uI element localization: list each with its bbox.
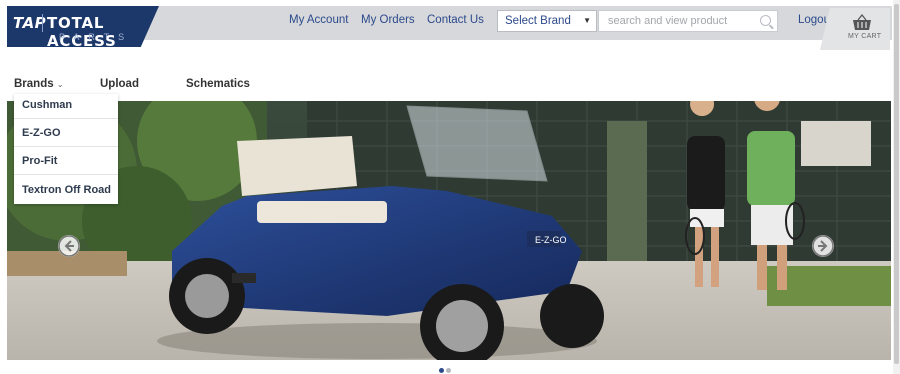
menu-brands-label: Brands bbox=[14, 78, 54, 90]
chevron-down-icon: ⌄ bbox=[56, 80, 64, 89]
divider bbox=[14, 118, 118, 119]
contact-us-link[interactable]: Contact Us bbox=[427, 14, 484, 26]
menu-schematics[interactable]: Schematics bbox=[186, 78, 250, 90]
search-icon[interactable] bbox=[760, 15, 771, 26]
carousel-next-button[interactable] bbox=[812, 235, 834, 257]
brand-select[interactable]: Select Brand ▼ bbox=[497, 10, 597, 32]
logo[interactable]: TAP TOTAL ACCESS PARTS bbox=[7, 6, 159, 47]
cart-badge-text: E-Z-GO bbox=[535, 235, 567, 245]
dropdown-item-pro-fit[interactable]: Pro-Fit bbox=[22, 155, 57, 167]
cart-label: MY CART bbox=[848, 33, 882, 40]
basket-icon[interactable] bbox=[852, 14, 872, 32]
dropdown-item-textron-off-road[interactable]: Textron Off Road bbox=[22, 184, 111, 196]
hero-banner: E-Z-GO bbox=[7, 101, 891, 360]
menu-brands[interactable]: Brands ⌄ bbox=[14, 78, 64, 90]
divider bbox=[14, 174, 118, 175]
my-account-link[interactable]: My Account bbox=[289, 14, 348, 26]
dropdown-item-ezgo[interactable]: E-Z-GO bbox=[22, 127, 61, 139]
menu-upload[interactable]: Upload bbox=[100, 78, 139, 90]
brands-dropdown: Cushman E-Z-GO Pro-Fit Textron Off Road bbox=[14, 94, 118, 204]
carousel-dot-2[interactable] bbox=[446, 368, 451, 373]
search-input[interactable] bbox=[606, 14, 760, 28]
caret-down-icon: ▼ bbox=[583, 16, 591, 25]
carousel-prev-button[interactable] bbox=[58, 235, 80, 257]
divider bbox=[14, 146, 118, 147]
arrow-right-icon bbox=[812, 235, 834, 257]
carousel-dot-1[interactable] bbox=[439, 368, 444, 373]
search-box[interactable] bbox=[598, 10, 778, 32]
brand-select-value: Select Brand bbox=[505, 15, 571, 27]
dropdown-item-cushman[interactable]: Cushman bbox=[22, 99, 72, 111]
arrow-left-icon bbox=[58, 235, 80, 257]
page-scrollbar-thumb[interactable] bbox=[894, 4, 899, 364]
logo-subtitle: PARTS bbox=[59, 32, 134, 42]
hero-image: E-Z-GO bbox=[7, 101, 891, 360]
logo-separator bbox=[42, 14, 43, 32]
my-orders-link[interactable]: My Orders bbox=[361, 14, 415, 26]
